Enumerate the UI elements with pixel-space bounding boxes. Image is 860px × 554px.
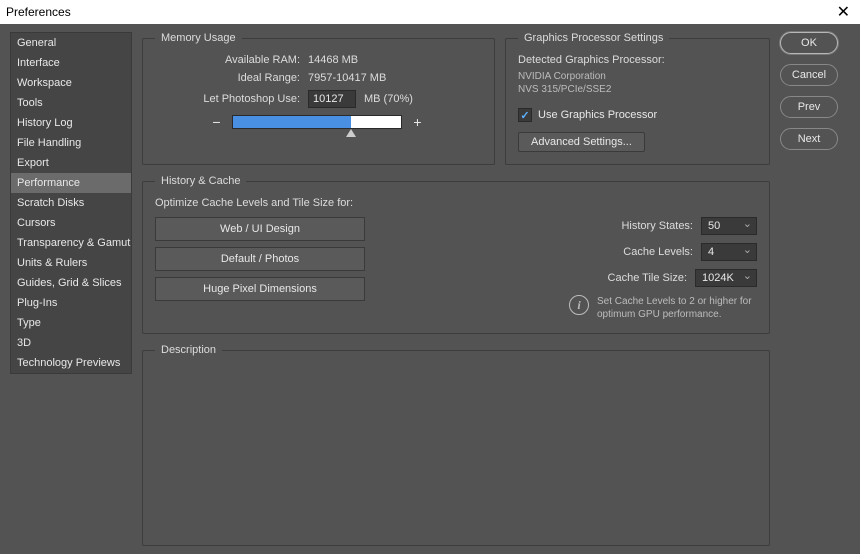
dialog-buttons: OK Cancel Prev Next (780, 32, 850, 546)
opt-huge-pixel-button[interactable]: Huge Pixel Dimensions (155, 277, 365, 301)
sidebar-item-type[interactable]: Type (11, 313, 131, 333)
window-title: Preferences (6, 5, 71, 19)
history-states-label: History States: (621, 220, 693, 232)
opt-default-photos-button[interactable]: Default / Photos (155, 247, 365, 271)
sidebar: General Interface Workspace Tools Histor… (10, 32, 132, 374)
gpu-legend: Graphics Processor Settings (518, 32, 669, 44)
gpu-settings-group: Graphics Processor Settings Detected Gra… (505, 32, 770, 165)
let-use-input[interactable] (308, 90, 356, 108)
cache-info-text: Set Cache Levels to 2 or higher for opti… (597, 295, 757, 321)
cache-tile-label: Cache Tile Size: (608, 272, 687, 284)
available-ram-value: 14468 MB (308, 54, 358, 66)
history-states-select[interactable]: 50 (701, 217, 757, 235)
memory-slider-fill (233, 116, 351, 128)
info-icon: i (569, 295, 589, 315)
let-use-unit: MB (70%) (364, 93, 413, 105)
detected-gpu-label: Detected Graphics Processor: (518, 54, 757, 66)
sidebar-item-file-handling[interactable]: File Handling (11, 133, 131, 153)
sidebar-item-scratch-disks[interactable]: Scratch Disks (11, 193, 131, 213)
next-button[interactable]: Next (780, 128, 838, 150)
prev-button[interactable]: Prev (780, 96, 838, 118)
titlebar: Preferences ✕ (0, 0, 860, 24)
gpu-vendor: NVIDIA Corporation (518, 70, 757, 83)
sidebar-item-guides-grid-slices[interactable]: Guides, Grid & Slices (11, 273, 131, 293)
memory-slider[interactable] (232, 115, 402, 129)
sidebar-item-tech-previews[interactable]: Technology Previews (11, 353, 131, 373)
sidebar-item-units-rulers[interactable]: Units & Rulers (11, 253, 131, 273)
opt-web-ui-button[interactable]: Web / UI Design (155, 217, 365, 241)
description-group: Description (142, 344, 770, 546)
sidebar-item-tools[interactable]: Tools (11, 93, 131, 113)
sidebar-item-transparency-gamut[interactable]: Transparency & Gamut (11, 233, 131, 253)
sidebar-item-cursors[interactable]: Cursors (11, 213, 131, 233)
cache-tile-select[interactable]: 1024K (695, 269, 757, 287)
sidebar-item-performance[interactable]: Performance (11, 173, 131, 193)
memory-usage-group: Memory Usage Available RAM: 14468 MB Ide… (142, 32, 495, 165)
memory-legend: Memory Usage (155, 32, 242, 44)
memory-slider-marker-icon (346, 129, 356, 137)
memory-plus-button[interactable]: + (410, 114, 425, 129)
optimize-label: Optimize Cache Levels and Tile Size for: (155, 197, 757, 209)
close-icon[interactable]: ✕ (833, 2, 854, 22)
memory-minus-button[interactable]: − (209, 114, 224, 129)
ideal-range-value: 7957-10417 MB (308, 72, 386, 84)
ideal-range-label: Ideal Range: (155, 72, 300, 84)
sidebar-item-export[interactable]: Export (11, 153, 131, 173)
use-gpu-checkbox[interactable] (518, 108, 532, 122)
ok-button[interactable]: OK (780, 32, 838, 54)
sidebar-item-interface[interactable]: Interface (11, 53, 131, 73)
cache-levels-label: Cache Levels: (623, 246, 693, 258)
use-gpu-label: Use Graphics Processor (538, 109, 657, 121)
advanced-settings-button[interactable]: Advanced Settings... (518, 132, 645, 152)
sidebar-item-history-log[interactable]: History Log (11, 113, 131, 133)
gpu-model: NVS 315/PCIe/SSE2 (518, 83, 757, 96)
sidebar-item-general[interactable]: General (11, 33, 131, 53)
history-legend: History & Cache (155, 175, 246, 187)
sidebar-item-plugins[interactable]: Plug-Ins (11, 293, 131, 313)
cancel-button[interactable]: Cancel (780, 64, 838, 86)
sidebar-item-3d[interactable]: 3D (11, 333, 131, 353)
cache-levels-select[interactable]: 4 (701, 243, 757, 261)
let-use-label: Let Photoshop Use: (155, 93, 300, 105)
sidebar-item-workspace[interactable]: Workspace (11, 73, 131, 93)
description-legend: Description (155, 344, 222, 356)
history-cache-group: History & Cache Optimize Cache Levels an… (142, 175, 770, 334)
available-ram-label: Available RAM: (155, 54, 300, 66)
